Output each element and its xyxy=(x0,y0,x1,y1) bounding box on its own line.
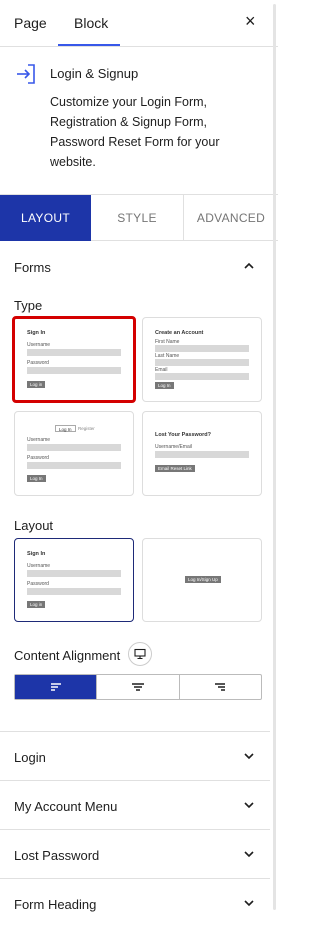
align-right-icon xyxy=(215,683,226,691)
align-center-icon xyxy=(131,683,144,691)
login-icon xyxy=(17,64,35,84)
block-title: Login & Signup xyxy=(50,66,139,81)
mini-title: Sign In xyxy=(27,330,46,336)
chevron-down-icon xyxy=(244,900,254,907)
tab-page[interactable]: Page xyxy=(14,15,47,31)
chevron-up-icon xyxy=(244,262,254,269)
mini-input xyxy=(27,462,121,469)
align-left-icon xyxy=(50,683,61,691)
layout-option-button[interactable]: Log In/Sign Up xyxy=(142,538,262,622)
type-label: Type xyxy=(14,298,43,313)
forms-panel-title: Forms xyxy=(14,260,51,275)
scrollbar[interactable] xyxy=(273,4,276,910)
block-description: Customize your Login Form, Registration … xyxy=(50,95,220,169)
section-divider xyxy=(0,878,270,879)
close-icon[interactable]: × xyxy=(245,12,256,30)
mini-input xyxy=(155,373,249,380)
type-option-lost-password[interactable]: Lost Your Password? Username/Email Email… xyxy=(142,411,262,496)
mini-tab: Log In xyxy=(55,425,76,432)
mini-input xyxy=(27,588,121,595)
mini-input xyxy=(155,359,249,366)
forms-panel-toggle[interactable]: Forms xyxy=(0,243,270,291)
alignment-button-group xyxy=(14,674,262,700)
layout-label: Layout xyxy=(14,518,54,533)
chevron-down-icon xyxy=(244,851,254,858)
type-option-signin[interactable]: Sign In Username Password Log in xyxy=(12,316,136,403)
mini-tab: Register xyxy=(78,426,95,431)
mini-button: Log in xyxy=(27,381,46,388)
tab-style[interactable]: STYLE xyxy=(91,195,184,241)
mini-label: Password xyxy=(27,455,49,461)
type-option-tabbed[interactable]: Log In Register Username Password Log In xyxy=(14,411,134,496)
chevron-down-icon xyxy=(244,802,254,809)
mini-label: Username xyxy=(27,342,51,348)
lost-password-panel-toggle[interactable]: Lost Password xyxy=(0,831,270,879)
align-left-button[interactable] xyxy=(15,675,98,699)
mini-title: Sign In xyxy=(27,551,46,557)
mini-button: Log In/Sign Up xyxy=(185,576,221,583)
settings-tabs: LAYOUT STYLE ADVANCED xyxy=(0,194,278,241)
mini-label: Password xyxy=(27,581,49,587)
form-heading-panel-toggle[interactable]: Form Heading xyxy=(0,880,270,928)
mini-button: Log In xyxy=(27,475,46,482)
section-divider xyxy=(0,731,270,732)
panel-title-login: Login xyxy=(14,750,46,765)
active-tab-indicator xyxy=(58,44,120,46)
type-option-create-account[interactable]: Create an Account First Name Last Name E… xyxy=(142,317,262,402)
mini-input xyxy=(27,444,121,451)
panel-title-form-heading: Form Heading xyxy=(14,897,97,912)
chevron-down-icon xyxy=(244,753,254,760)
inspector-tabs: Page Block × xyxy=(0,0,278,47)
mini-button: Email Reset Link xyxy=(155,465,195,472)
tab-block[interactable]: Block xyxy=(74,15,108,31)
panel-title-lost-password: Lost Password xyxy=(14,848,100,863)
mini-button: Log in xyxy=(27,601,46,608)
mini-label: Username xyxy=(27,563,51,569)
align-center-button[interactable] xyxy=(97,675,180,699)
mini-label: Password xyxy=(27,360,49,366)
mini-input xyxy=(27,349,121,356)
tab-layout[interactable]: LAYOUT xyxy=(0,195,91,241)
mini-label: Username/Email xyxy=(155,444,192,450)
align-right-button[interactable] xyxy=(180,675,261,699)
mini-input xyxy=(155,451,249,458)
alignment-label: Content Alignment xyxy=(14,648,121,663)
my-account-menu-panel-toggle[interactable]: My Account Menu xyxy=(0,782,270,830)
mini-input xyxy=(27,367,121,374)
panel-title-my-account-menu: My Account Menu xyxy=(14,799,118,814)
desktop-icon[interactable] xyxy=(128,642,152,666)
mini-title: Lost Your Password? xyxy=(155,432,212,438)
login-panel-toggle[interactable]: Login xyxy=(0,733,270,781)
tab-advanced[interactable]: ADVANCED xyxy=(184,195,278,241)
mini-input xyxy=(155,345,249,352)
mini-title: Create an Account xyxy=(155,330,204,336)
mini-input xyxy=(27,570,121,577)
section-divider xyxy=(0,829,270,830)
mini-label: Username xyxy=(27,437,51,443)
section-divider xyxy=(0,780,270,781)
mini-button: Log In xyxy=(155,382,174,389)
layout-option-form[interactable]: Sign In Username Password Log in xyxy=(14,538,134,622)
